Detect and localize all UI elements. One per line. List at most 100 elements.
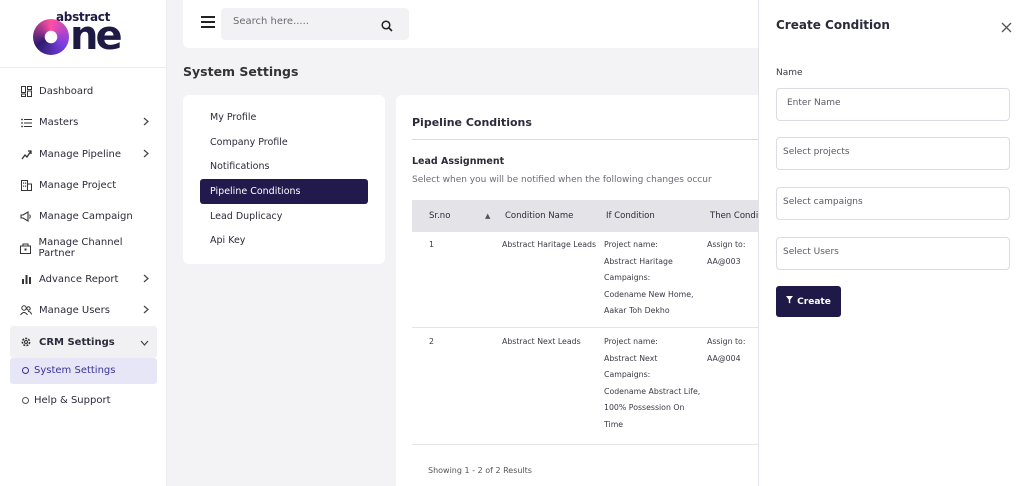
settings-item-api-key[interactable]: Api Key xyxy=(200,228,368,253)
cell-if-condition: Project name: Abstract Next Campaigns: C… xyxy=(604,337,700,436)
chevron-down-icon xyxy=(140,338,149,349)
page-title: System Settings xyxy=(183,64,299,79)
close-icon[interactable] xyxy=(1001,18,1012,37)
chevron-right-icon xyxy=(143,274,149,286)
cell-line: Campaigns: xyxy=(604,370,651,379)
logo-o-icon xyxy=(33,19,69,55)
cell-condition-name: Abstract Next Leads xyxy=(502,337,581,346)
brand-logo[interactable]: abstract ne xyxy=(0,0,166,68)
top-bar xyxy=(183,0,783,48)
logo-wordmark-big: ne xyxy=(33,13,123,59)
search-box xyxy=(221,8,409,40)
sidebar-item-crm-settings[interactable]: CRM Settings xyxy=(10,326,157,358)
settings-item-lead-duplicacy[interactable]: Lead Duplicacy xyxy=(200,204,368,229)
projects-select[interactable] xyxy=(783,147,983,157)
card-title: Pipeline Conditions xyxy=(412,116,532,129)
partner-icon xyxy=(20,242,32,254)
cell-srno: 1 xyxy=(429,240,434,249)
name-label: Name xyxy=(776,68,803,78)
sidebar-item-manage-users[interactable]: Manage Users xyxy=(10,295,157,326)
settings-item-notifications[interactable]: Notifications xyxy=(200,154,368,179)
sidebar-item-label: Dashboard xyxy=(39,86,94,98)
cell-then-condition: Assign to: AA@003 xyxy=(707,240,745,273)
settings-menu: My Profile Company Profile Notifications… xyxy=(183,95,385,264)
sidebar-item-manage-project[interactable]: Manage Project xyxy=(10,170,157,201)
section-title: Lead Assignment xyxy=(412,156,505,167)
sidebar-subitem-help-support[interactable]: Help & Support xyxy=(10,388,157,414)
name-field-wrapper xyxy=(776,88,1010,121)
create-condition-panel: Create Condition Name Create xyxy=(758,0,1024,486)
sidebar-item-label: Manage Users xyxy=(39,305,110,317)
pipeline-icon xyxy=(20,148,32,160)
cell-line: Project name: xyxy=(604,240,658,249)
sidebar-item-label: Manage Project xyxy=(39,180,117,192)
sidebar-subitem-system-settings[interactable]: System Settings xyxy=(10,357,157,384)
cell-if-condition: Project name: Abstract Haritage Campaign… xyxy=(604,240,694,323)
column-header-condition-name: Condition Name xyxy=(505,211,574,221)
projects-select-wrapper xyxy=(776,137,1010,170)
cell-line: Abstract Next xyxy=(604,353,658,363)
cell-line: Abstract Haritage xyxy=(604,256,673,266)
row-divider xyxy=(412,444,766,445)
column-header-if-condition: If Condition xyxy=(606,211,655,221)
create-button[interactable]: Create xyxy=(776,286,841,317)
sidebar-item-dashboard[interactable]: Dashboard xyxy=(10,76,157,107)
settings-item-pipeline-conditions[interactable]: Pipeline Conditions xyxy=(200,179,368,204)
pagination-summary: Showing 1 - 2 of 2 Results xyxy=(428,466,532,475)
chevron-right-icon xyxy=(143,149,149,161)
divider xyxy=(412,139,766,140)
cell-line: Assign to: xyxy=(707,337,746,346)
table-header: Sr.no ▲ Condition Name If Condition Then… xyxy=(412,200,766,232)
sidebar-item-advance-report[interactable]: Advance Report xyxy=(10,264,157,295)
circle-bullet-icon xyxy=(22,367,29,375)
users-select-wrapper xyxy=(776,237,1010,270)
search-input[interactable] xyxy=(233,16,373,27)
cell-line: AA@004 xyxy=(707,353,741,363)
logo-wordmark-rest: ne xyxy=(70,13,123,59)
name-input[interactable] xyxy=(787,98,987,108)
sidebar-item-manage-campaign[interactable]: Manage Campaign xyxy=(10,201,157,232)
sidebar-item-masters[interactable]: Masters xyxy=(10,107,157,138)
settings-item-company-profile[interactable]: Company Profile xyxy=(200,130,368,155)
cell-line: Project name: xyxy=(604,337,658,346)
sidebar-item-label: Advance Report xyxy=(39,273,119,285)
filter-icon xyxy=(786,296,794,307)
cell-line: Campaigns: xyxy=(604,273,651,282)
create-button-label: Create xyxy=(797,296,831,307)
bar-chart-icon xyxy=(20,273,32,285)
list-icon xyxy=(20,117,32,129)
cell-condition-name: Abstract Haritage Leads xyxy=(502,240,597,249)
sidebar-subitem-label: System Settings xyxy=(34,365,116,377)
column-header-label: Sr.no xyxy=(429,211,451,221)
users-icon xyxy=(20,305,32,317)
cell-then-condition: Assign to: AA@004 xyxy=(707,337,745,370)
circle-bullet-icon xyxy=(22,397,29,405)
sidebar-item-label: Manage Campaign xyxy=(39,211,133,223)
gear-icon xyxy=(20,336,32,348)
chevron-right-icon xyxy=(143,305,149,317)
sidebar-item-manage-channel-partner[interactable]: Manage Channel Partner xyxy=(10,232,157,263)
section-subtitle: Select when you will be notified when th… xyxy=(412,175,712,185)
panel-title: Create Condition xyxy=(776,18,890,32)
search-icon[interactable] xyxy=(381,17,393,36)
sidebar: abstract ne Dashboard Masters Manage Pip… xyxy=(0,0,167,486)
cell-line: Assign to: xyxy=(707,240,746,249)
sidebar-subitem-label: Help & Support xyxy=(34,395,111,407)
cell-line: Codename New Home, xyxy=(604,289,694,299)
column-header-then-condition: Then Condit xyxy=(710,211,762,221)
hamburger-menu-icon[interactable] xyxy=(201,16,215,31)
cell-line: AA@003 xyxy=(707,256,741,266)
sidebar-item-manage-pipeline[interactable]: Manage Pipeline xyxy=(10,139,157,170)
sidebar-item-label: Manage Pipeline xyxy=(39,148,122,160)
building-icon xyxy=(20,180,32,192)
campaigns-select[interactable] xyxy=(783,197,983,207)
users-select[interactable] xyxy=(783,247,983,257)
megaphone-icon xyxy=(20,211,32,223)
campaigns-select-wrapper xyxy=(776,187,1010,220)
settings-item-my-profile[interactable]: My Profile xyxy=(200,105,368,130)
cell-line: Codename Abstract Life, xyxy=(604,386,701,396)
sort-icon[interactable]: ▲ xyxy=(485,211,490,221)
sidebar-item-label: Manage Channel Partner xyxy=(38,237,123,260)
column-header-srno[interactable]: Sr.no xyxy=(429,211,450,221)
row-divider xyxy=(412,327,766,328)
